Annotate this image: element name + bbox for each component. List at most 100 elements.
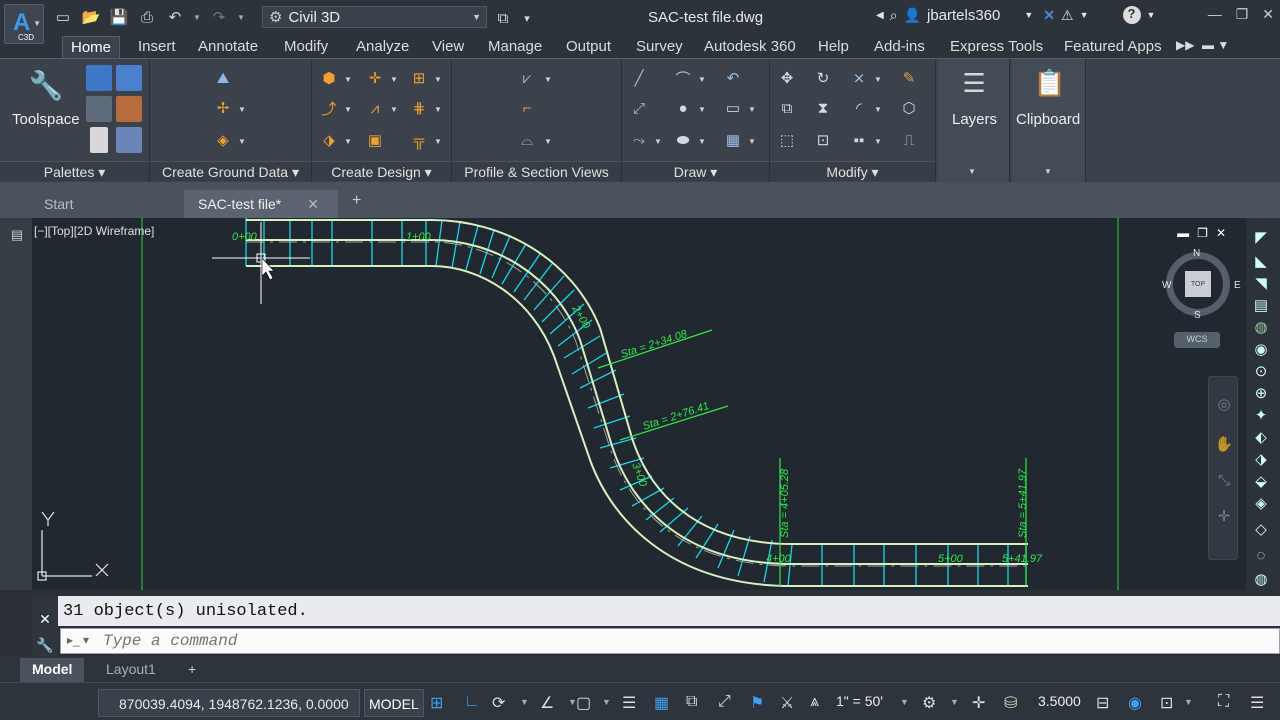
chevron-down-icon[interactable]: ▼ [654, 137, 662, 146]
dynamic-input-icon[interactable]: ⟳ [492, 693, 505, 713]
corridor-icon[interactable]: ⋕ [408, 97, 430, 119]
annotation-monitor-value[interactable]: 3.5000 [1038, 693, 1081, 709]
settings-palette-icon[interactable] [116, 65, 142, 91]
3d-osnap-icon[interactable]: ⤢ [718, 693, 731, 711]
clipboard-button[interactable]: Clipboard [1016, 111, 1080, 128]
chevron-down-icon[interactable]: ▼ [344, 137, 352, 146]
tool-icon-16[interactable]: ◍ [1250, 568, 1272, 590]
wrench-icon[interactable]: 🔧 [34, 634, 56, 656]
chevron-down-icon[interactable]: ▼ [520, 697, 529, 707]
tab-model[interactable]: Model [20, 658, 85, 682]
share-icon[interactable]: ⧉ [492, 7, 514, 29]
viewcube-face[interactable]: TOP [1185, 271, 1211, 297]
chevron-down-icon[interactable]: ▼ [874, 105, 882, 114]
surfaces-icon[interactable]: ◈ [212, 129, 234, 151]
open-icon[interactable]: 📂 [80, 6, 102, 28]
tool-icon-10[interactable]: ⬖ [1250, 426, 1272, 448]
annotation-scale-icon[interactable]: ⩓ [810, 693, 819, 711]
spline-icon[interactable]: ⤳ [628, 129, 650, 151]
tab-analyze[interactable]: Analyze [348, 36, 417, 58]
hatch-icon[interactable]: ▦ [722, 129, 744, 151]
panel-label-create-design[interactable]: Create Design ▾ [312, 161, 451, 181]
isolate-icon[interactable]: ⊟ [1096, 693, 1109, 713]
redo-icon[interactable]: ↷ [208, 6, 230, 28]
tool-icon-7[interactable]: ⊙ [1250, 360, 1272, 382]
chevron-down-icon[interactable]: ▼ [968, 167, 976, 176]
mirror-icon[interactable]: ⧗ [812, 97, 834, 119]
annotation-scale-value[interactable]: 1" = 50' [836, 693, 883, 709]
chevron-down-icon[interactable]: ▼ [698, 75, 706, 84]
tab-express-tools[interactable]: Express Tools [942, 36, 1051, 58]
command-input[interactable] [103, 631, 1003, 651]
panel-label-draw[interactable]: Draw ▾ [622, 161, 769, 181]
chevron-down-icon[interactable]: ▼ [900, 697, 909, 707]
tab-annotate[interactable]: Annotate [190, 36, 266, 58]
tab-start[interactable]: Start [30, 190, 180, 218]
section-views-icon[interactable]: ⌓ [516, 129, 538, 151]
compass-w[interactable]: W [1162, 280, 1171, 291]
chevron-down-icon[interactable]: ▼ [344, 105, 352, 114]
customize-qat-icon[interactable]: ▾ [516, 7, 538, 29]
tool-icon-11[interactable]: ⬗ [1250, 448, 1272, 470]
tool-icon-8[interactable]: ⊕ [1250, 382, 1272, 404]
tab-autodesk-360[interactable]: Autodesk 360 [696, 36, 804, 58]
panel-label-create-ground-data[interactable]: Create Ground Data ▾ [150, 161, 311, 181]
tool-icon-4[interactable]: ▤ [1250, 294, 1272, 316]
fillet-icon[interactable]: ◜ [848, 97, 870, 119]
annotation-visibility-icon[interactable]: ⚑ [750, 693, 764, 713]
chevron-down-icon[interactable]: ▼ [238, 105, 246, 114]
a360-icon[interactable]: ⚠ [1061, 7, 1074, 24]
navigation-bar[interactable]: ◎ ✋ ⤡ ✛ [1208, 376, 1238, 560]
rotate-icon[interactable]: ↻ [812, 67, 834, 89]
redo-dropdown-icon[interactable]: ▼ [236, 6, 246, 28]
chevron-down-icon[interactable]: ▼ [874, 75, 882, 84]
chevron-down-icon[interactable]: ▼ [390, 75, 398, 84]
tab-layout1[interactable]: Layout1 [94, 658, 168, 682]
tool-icon-2[interactable]: ◣ [1250, 250, 1272, 272]
drawing-canvas[interactable]: 0+00 1+00 2+00 3+00 Sta = 2+34.08 Sta = … [32, 218, 1246, 590]
profile-icon[interactable]: ⩘ [364, 97, 386, 119]
tab-modify[interactable]: Modify [276, 36, 336, 58]
stretch-icon[interactable]: ⬚ [776, 129, 798, 151]
polyline-icon[interactable]: ⌒ [672, 67, 694, 89]
transparency-icon[interactable]: ▦ [654, 693, 669, 713]
grid-icon[interactable]: ⊞ [430, 693, 443, 713]
chevron-left-icon[interactable]: ◀ [876, 10, 884, 21]
compass-n[interactable]: N [1193, 248, 1200, 259]
alignment-icon[interactable]: ⤴ [318, 97, 340, 119]
chevron-down-icon[interactable]: ▼ [544, 137, 552, 146]
restore-icon[interactable]: ❐ [1197, 226, 1208, 240]
fullscreen-icon[interactable]: ⛶ [1218, 693, 1229, 711]
chevron-down-icon[interactable]: ▼ [1024, 10, 1033, 20]
import-survey-icon[interactable]: ⛰ [212, 67, 234, 89]
lineweight-icon[interactable]: ☰ [622, 693, 636, 713]
chevron-down-icon[interactable]: ▼ [544, 75, 552, 84]
tool-icon-12[interactable]: ⬙ [1250, 470, 1272, 492]
panel-label-palettes[interactable]: Palettes ▾ [0, 161, 149, 181]
toolspace-icon[interactable]: 🔧 [28, 67, 64, 103]
tab-output[interactable]: Output [558, 36, 619, 58]
erase-icon[interactable]: ✎ [898, 67, 920, 89]
tool-icon-15[interactable]: ◌ [1250, 544, 1272, 566]
undo-dropdown-icon[interactable]: ▼ [192, 6, 202, 28]
chevron-down-icon[interactable]: ▼ [698, 105, 706, 114]
construction-line-icon[interactable]: ⤢ [628, 97, 650, 119]
chevron-down-icon[interactable]: ▼ [1080, 10, 1089, 20]
offset-icon[interactable]: ⎍ [898, 129, 920, 151]
circle-icon[interactable]: ● [672, 97, 694, 119]
panel-clipboard[interactable]: 📋 Clipboard ▼ [1012, 59, 1086, 183]
panel-label-profile-section-views[interactable]: Profile & Section Views [452, 161, 621, 181]
layout-icon[interactable] [116, 127, 142, 153]
compass-s[interactable]: S [1194, 310, 1201, 321]
chevron-down-icon[interactable]: ▼ [698, 137, 706, 146]
tool-icon-9[interactable]: ✦ [1250, 404, 1272, 426]
restore-icon[interactable]: ❐ [1236, 6, 1249, 23]
chevron-down-icon[interactable]: ▼ [602, 697, 611, 707]
chevron-down-icon[interactable]: ▼ [748, 105, 756, 114]
chevron-down-icon[interactable]: ▼ [950, 697, 959, 707]
tool-icon-5[interactable]: ◍ [1250, 316, 1272, 338]
coordinate-display[interactable]: 870039.4094, 1948762.1236, 0.0000 [98, 689, 360, 717]
exchange-icon[interactable]: ✕ [1043, 7, 1055, 24]
chevron-down-icon[interactable]: ▼ [238, 137, 246, 146]
profile-view-icon[interactable]: ⩗ [516, 67, 538, 89]
